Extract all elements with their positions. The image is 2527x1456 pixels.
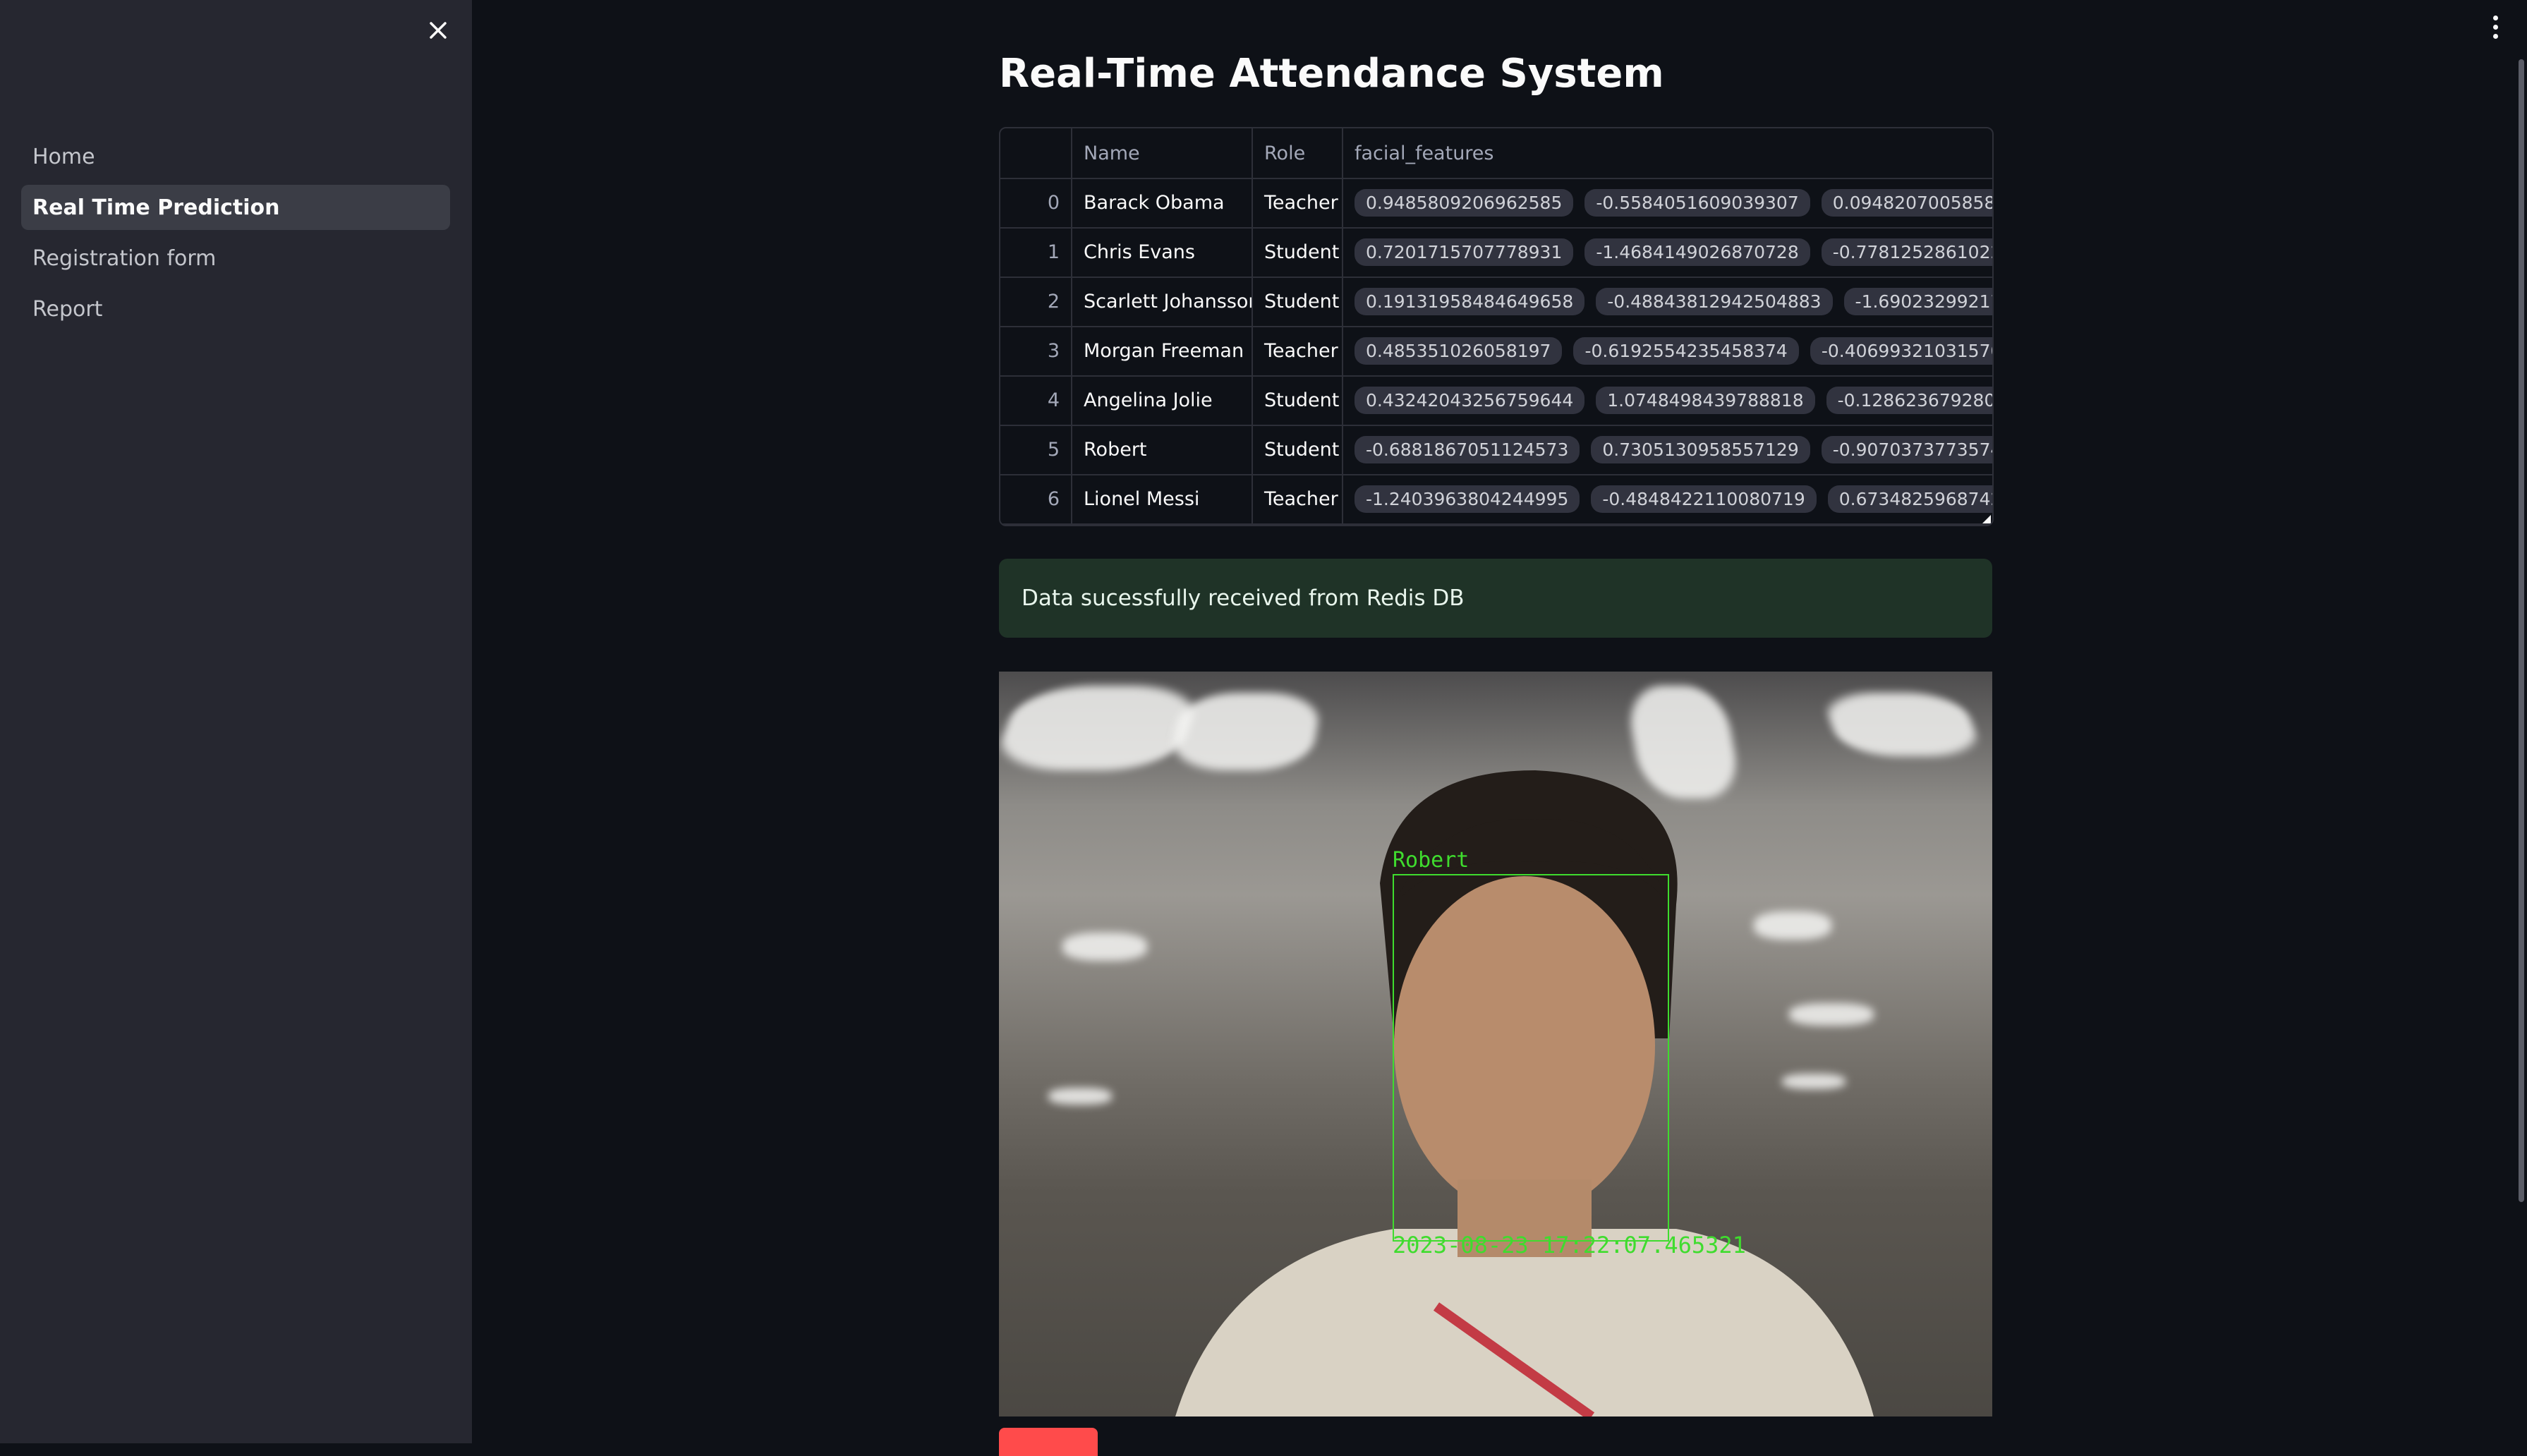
name-cell[interactable]: Scarlett Johansson <box>1072 277 1253 326</box>
page-scrollbar[interactable] <box>2519 59 2524 1202</box>
feature-value-chip: 0.7305130958557129 <box>1591 435 1810 463</box>
table-row: 6 Lionel Messi Teacher -1.2403963804244995-… <box>1000 474 1992 525</box>
sidebar: Home Real Time Prediction Registration f… <box>0 0 472 1443</box>
role-cell[interactable]: Teacher <box>1253 178 1343 227</box>
page-title: Real-Time Attendance System <box>999 51 1664 97</box>
facial-features-cell[interactable]: 0.19131958484649658 -0.48843812942504883-… <box>1343 277 1992 326</box>
feature-value-chip: -1.2403963804244995 <box>1355 485 1580 513</box>
table-row: 1 Chris Evans Student 0.7201715707778931 -1.… <box>1000 227 1992 278</box>
sidebar-item-report[interactable]: Report <box>21 286 450 332</box>
role-cell[interactable]: Student <box>1253 375 1343 425</box>
facial-features-cell[interactable]: 0.7201715707778931 -1.4684149026870728 -0.… <box>1343 227 1992 277</box>
facial-features-cell[interactable]: 0.485351026058197 -0.6192554235458374 -0.4… <box>1343 326 1992 375</box>
table-header-index[interactable] <box>1000 128 1072 178</box>
sidebar-item-home[interactable]: Home <box>21 134 450 179</box>
feature-value-chip: -0.4848422110080719 <box>1591 485 1817 513</box>
name-cell[interactable]: Robert <box>1072 425 1253 474</box>
table-header-facial-features[interactable]: facial_features <box>1343 128 1992 178</box>
table-header-role[interactable]: Role <box>1253 128 1343 178</box>
feature-value-chip: -1.4684149026870728 <box>1584 238 1810 266</box>
stop-webcam-button[interactable] <box>999 1428 1098 1456</box>
role-cell[interactable]: Student <box>1253 425 1343 474</box>
face-detection-box <box>1393 874 1669 1242</box>
role-cell[interactable]: Student <box>1253 227 1343 277</box>
success-alert-text: Data sucessfully received from Redis DB <box>1022 586 1465 611</box>
row-index-cell: 3 <box>1000 326 1072 375</box>
name-cell[interactable]: Chris Evans <box>1072 227 1253 277</box>
feature-value-chip: -0.9070373773574829 <box>1821 435 1992 463</box>
feature-value-chip: -0.7781252861022949 <box>1821 238 1992 266</box>
feature-value-chip: 0.485351026058197 <box>1355 336 1563 365</box>
row-index-cell: 5 <box>1000 425 1072 474</box>
name-cell[interactable]: Barack Obama <box>1072 178 1253 227</box>
sidebar-item-registration-form[interactable]: Registration form <box>21 236 450 281</box>
table-row: 2 Scarlett Johansson Student 0.191319584846… <box>1000 277 1992 327</box>
row-index-cell: 6 <box>1000 474 1072 523</box>
feature-value-chip: -0.40699321031570435 <box>1810 336 1992 365</box>
table-header-name[interactable]: Name <box>1072 128 1253 178</box>
feature-value-chip: 0.6734825968742371 <box>1827 485 1992 513</box>
dataframe[interactable]: Name Role facial_features 0 Barack Obama Teac… <box>999 127 1994 526</box>
sidebar-item-real-time-prediction[interactable]: Real Time Prediction <box>21 185 450 230</box>
feature-value-chip: -0.12862367928028107 <box>1826 386 1992 414</box>
role-cell[interactable]: Student <box>1253 277 1343 326</box>
row-index-cell: 4 <box>1000 375 1072 425</box>
table-row: 3 Morgan Freeman Teacher 0.485351026058197-… <box>1000 326 1992 377</box>
success-alert: Data sucessfully received from Redis DB <box>999 559 1992 638</box>
facial-features-cell[interactable]: -1.2403963804244995 -0.4848422110080719 0.… <box>1343 474 1992 523</box>
name-cell[interactable]: Morgan Freeman <box>1072 326 1253 375</box>
feature-value-chip: 1.0748498439788818 <box>1596 386 1815 414</box>
detection-timestamp: 2023-08-23 17:22:07.465321 <box>1393 1232 1746 1258</box>
main-menu-button[interactable] <box>2485 13 2506 41</box>
role-cell[interactable]: Teacher <box>1253 326 1343 375</box>
dataframe-resize-handle[interactable] <box>1982 515 1991 523</box>
more-vertical-icon-dot <box>2492 24 2498 30</box>
name-cell[interactable]: Angelina Jolie <box>1072 375 1253 425</box>
name-cell[interactable]: Lionel Messi <box>1072 474 1253 523</box>
row-index-cell: 2 <box>1000 277 1072 326</box>
more-vertical-icon-dot <box>2492 33 2498 39</box>
webcam-video-frame: Robert 2023-08-23 17:22:07.465321 <box>999 672 1992 1416</box>
feature-value-chip: -0.6192554235458374 <box>1573 336 1799 365</box>
feature-value-chip: 0.19131958484649658 <box>1355 287 1585 315</box>
table-row: 0 Barack Obama Teacher 0.9485809206962585 -0… <box>1000 178 1992 229</box>
close-sidebar-button[interactable] <box>422 14 454 47</box>
table-header-row: Name Role facial_features <box>1000 128 1992 179</box>
row-index-cell: 0 <box>1000 178 1072 227</box>
feature-value-chip: 0.7201715707778931 <box>1355 238 1574 266</box>
sidebar-nav: Home Real Time Prediction Registration f… <box>21 134 450 337</box>
facial-features-cell[interactable]: 0.43242043256759644 1.0748498439788818 -0.… <box>1343 375 1992 425</box>
facial-features-cell[interactable]: 0.9485809206962585 -0.5584051609039307 0.0… <box>1343 178 1992 227</box>
feature-value-chip: -0.6881867051124573 <box>1355 435 1580 463</box>
feature-value-chip: 0.43242043256759644 <box>1355 386 1585 414</box>
feature-value-chip: -0.48843812942504883 <box>1596 287 1833 315</box>
facial-features-cell[interactable]: -0.6881867051124573 0.7305130958557129 -0.… <box>1343 425 1992 474</box>
feature-value-chip: 0.9485809206962585 <box>1355 188 1574 217</box>
feature-value-chip: -0.5584051609039307 <box>1584 188 1810 217</box>
row-index-cell: 1 <box>1000 227 1072 277</box>
more-vertical-icon <box>2492 15 2498 20</box>
feature-value-chip: 0.09482070058584213 <box>1821 188 1992 217</box>
table-row: 5 Robert Student -0.6881867051124573 0.73051… <box>1000 425 1992 475</box>
close-icon <box>430 22 447 39</box>
feature-value-chip: -1.6902329921722412 <box>1843 287 1992 315</box>
face-detection-label: Robert <box>1393 848 1469 873</box>
table-row: 4 Angelina Jolie Student 0.4324204325675964… <box>1000 375 1992 426</box>
role-cell[interactable]: Teacher <box>1253 474 1343 523</box>
